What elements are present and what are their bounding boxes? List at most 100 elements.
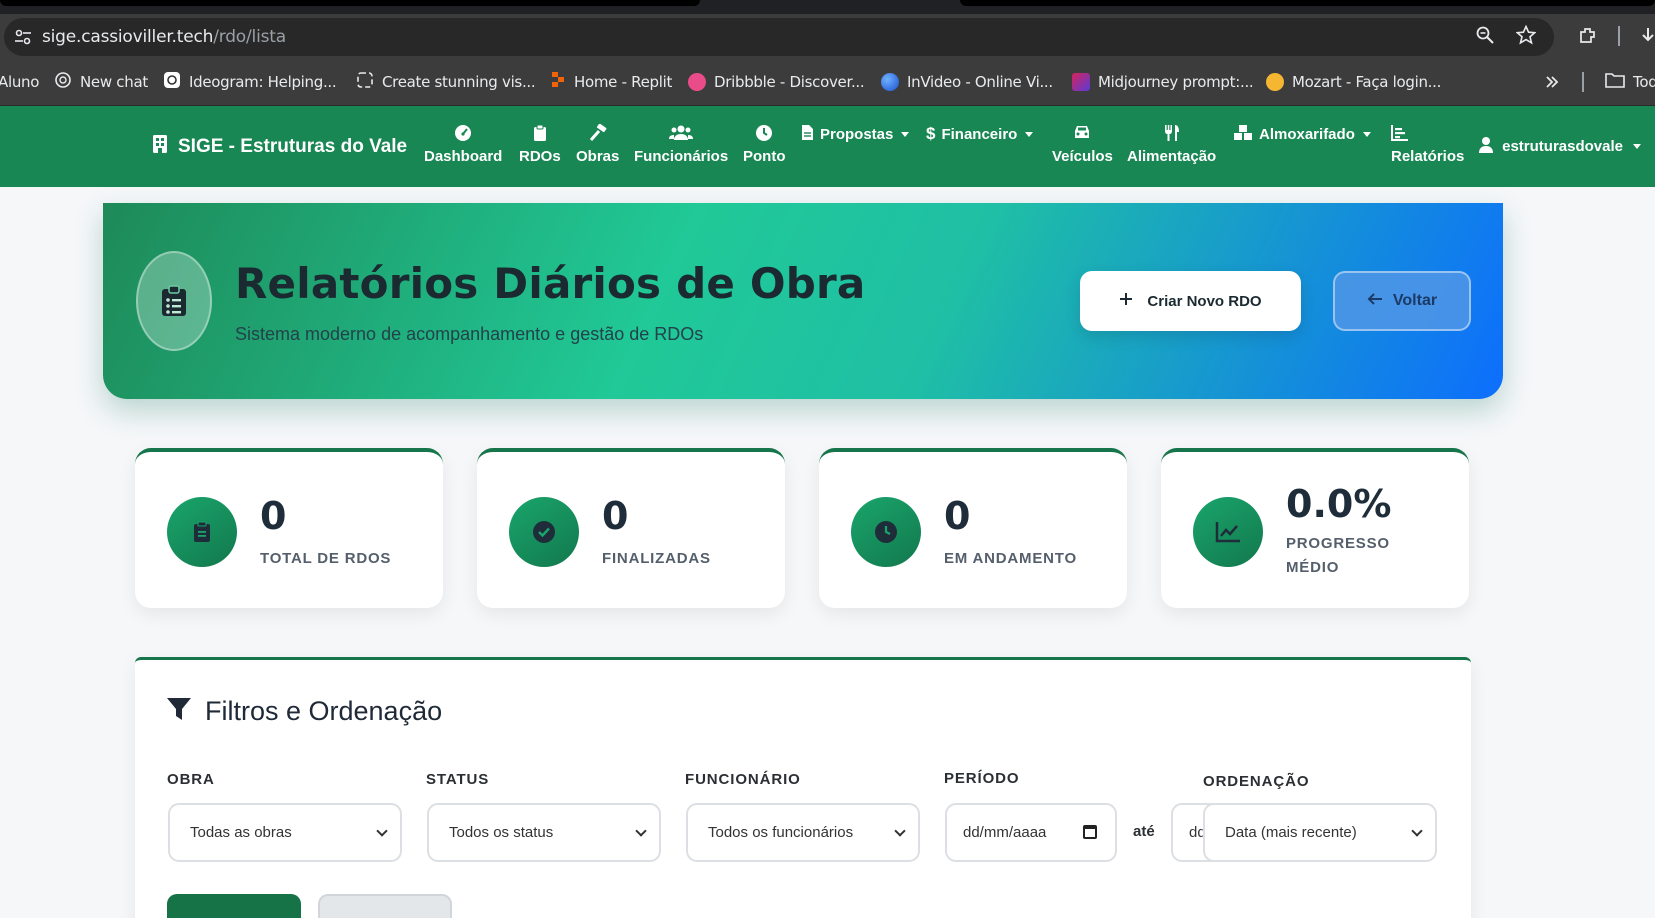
users-icon xyxy=(669,124,694,142)
toolbar-divider xyxy=(1618,26,1620,46)
clock-icon xyxy=(851,497,921,567)
stat-label: PROGRESSO MÉDIO xyxy=(1286,535,1390,576)
nav-veiculos[interactable]: Veículos xyxy=(1052,124,1113,165)
funcionario-select[interactable]: Todos os funcionários xyxy=(686,803,920,862)
bookmark-item[interactable]: New chat xyxy=(54,58,148,106)
warehouse-icon xyxy=(1233,124,1253,145)
mozart-icon xyxy=(1266,73,1284,91)
stat-card-total: 0 TOTAL DE RDOS xyxy=(135,448,443,608)
plus-icon xyxy=(1119,292,1133,310)
clock-icon xyxy=(755,124,773,142)
midjourney-icon xyxy=(1072,73,1090,91)
stat-card-finalizadas: 0 FINALIZADAS xyxy=(477,448,785,608)
chevron-down-icon xyxy=(1411,825,1423,837)
clipboard-icon xyxy=(533,124,547,142)
brand-link[interactable]: SIGE - Estruturas do Vale xyxy=(152,106,407,187)
ordenacao-label: ORDENAÇÃO xyxy=(1203,773,1310,790)
bookmark-item[interactable]: Create stunning vis... xyxy=(356,58,536,106)
bookmark-item[interactable]: Dribbble - Discover... xyxy=(688,58,865,106)
nav-ponto[interactable]: Ponto xyxy=(743,124,786,165)
caret-down-icon xyxy=(1362,132,1371,137)
nav-dashboard[interactable]: Dashboard xyxy=(424,124,502,165)
invideo-icon xyxy=(881,73,899,91)
clipboard-list-icon xyxy=(136,251,212,351)
nav-almoxarifado[interactable]: Almoxarifado xyxy=(1233,124,1371,145)
building-icon xyxy=(152,134,168,160)
zoom-icon[interactable] xyxy=(1476,26,1494,49)
clear-button[interactable] xyxy=(318,894,452,918)
extensions-icon[interactable] xyxy=(1578,14,1598,58)
calendar-icon[interactable] xyxy=(1083,825,1097,839)
filters-panel: Filtros e Ordenação OBRA Todas as obras … xyxy=(135,657,1471,918)
bookmark-item[interactable]: Midjourney prompt:... xyxy=(1072,58,1254,106)
date-range-separator: até xyxy=(1133,823,1155,840)
caret-down-icon xyxy=(1633,144,1641,149)
bookmarks-bar: Aluno New chat Ideogram: Helping... Crea… xyxy=(0,58,1655,106)
chart-icon xyxy=(1391,124,1409,142)
funcionario-label: FUNCIONÁRIO xyxy=(685,771,801,788)
user-name: estruturasdovale xyxy=(1502,138,1623,155)
bookmark-folder[interactable]: Tod xyxy=(1605,58,1655,106)
filter-button[interactable] xyxy=(167,894,301,918)
back-button[interactable]: Voltar xyxy=(1333,271,1471,331)
bookmark-item[interactable]: InVideo - Online Vi... xyxy=(881,58,1053,106)
stat-value: 0 xyxy=(260,494,287,538)
create-rdo-button[interactable]: Criar Novo RDO xyxy=(1080,271,1301,331)
check-circle-icon xyxy=(509,497,579,567)
obra-label: OBRA xyxy=(167,771,215,788)
car-icon xyxy=(1072,124,1092,142)
browser-tab-edge[interactable] xyxy=(960,0,1655,6)
clipboard-icon xyxy=(167,497,237,567)
filters-title: Filtros e Ordenação xyxy=(167,696,442,727)
dribbble-icon xyxy=(688,73,706,91)
bookmark-item[interactable]: Home - Replit xyxy=(550,58,672,106)
chevron-down-icon xyxy=(376,825,388,837)
nav-financeiro[interactable]: $ Financeiro xyxy=(926,124,1034,144)
nav-propostas[interactable]: Propostas xyxy=(801,124,910,145)
folder-icon xyxy=(1605,72,1625,92)
browser-tab-edge[interactable] xyxy=(0,0,700,6)
stat-label: TOTAL DE RDOS xyxy=(260,550,392,567)
date-from-input[interactable]: dd/mm/aaaa xyxy=(945,803,1117,862)
replit-icon xyxy=(550,71,566,93)
page-hero: Relatórios Diários de Obra Sistema moder… xyxy=(103,203,1503,399)
bookmark-item[interactable]: Mozart - Faça login... xyxy=(1266,58,1441,106)
omnibox[interactable]: sige.cassioviller.tech/rdo/lista xyxy=(4,18,1554,56)
more-bookmarks-icon[interactable] xyxy=(1545,58,1559,106)
download-icon[interactable] xyxy=(1641,14,1655,58)
status-label: STATUS xyxy=(426,771,490,788)
nav-obras[interactable]: Obras xyxy=(576,123,619,165)
bookmark-item[interactable]: Ideogram: Helping... xyxy=(163,58,337,106)
nav-relatorios[interactable]: Relatórios xyxy=(1391,124,1464,165)
caret-down-icon xyxy=(1025,131,1034,137)
url-text[interactable]: sige.cassioviller.tech/rdo/lista xyxy=(42,27,286,47)
chevron-down-icon xyxy=(635,825,647,837)
hammer-icon xyxy=(588,123,608,142)
line-chart-icon xyxy=(1193,497,1263,567)
dashed-square-icon xyxy=(356,71,374,93)
bookmark-item[interactable]: Aluno xyxy=(0,58,39,106)
brand-text: SIGE - Estruturas do Vale xyxy=(178,135,408,157)
nav-alimentacao[interactable]: Alimentação xyxy=(1127,124,1216,165)
stat-card-andamento: 0 EM ANDAMENTO xyxy=(819,448,1127,608)
obra-select[interactable]: Todas as obras xyxy=(168,803,402,862)
chevron-down-icon xyxy=(894,825,906,837)
status-select[interactable]: Todos os status xyxy=(427,803,661,862)
stat-value: 0 xyxy=(944,494,971,538)
nav-funcionarios[interactable]: Funcionários xyxy=(634,124,728,165)
stat-card-progresso: 0.0% PROGRESSO MÉDIO xyxy=(1161,448,1469,608)
ordenacao-select[interactable]: Data (mais recente) xyxy=(1203,803,1437,862)
stat-label: EM ANDAMENTO xyxy=(944,550,1077,567)
site-settings-icon[interactable] xyxy=(4,18,42,56)
ideogram-icon xyxy=(163,71,181,93)
nav-rdos[interactable]: RDOs xyxy=(519,124,561,165)
user-menu[interactable]: estruturasdovale xyxy=(1478,106,1641,187)
main-navbar: SIGE - Estruturas do Vale Dashboard RDOs… xyxy=(0,106,1655,187)
bookmark-star-icon[interactable] xyxy=(1515,24,1537,50)
stat-label: FINALIZADAS xyxy=(602,550,711,567)
user-icon xyxy=(1478,136,1494,158)
caret-down-icon xyxy=(901,132,910,137)
arrow-left-icon xyxy=(1367,292,1383,311)
page-title: Relatórios Diários de Obra xyxy=(235,259,866,308)
filter-icon xyxy=(167,696,191,727)
